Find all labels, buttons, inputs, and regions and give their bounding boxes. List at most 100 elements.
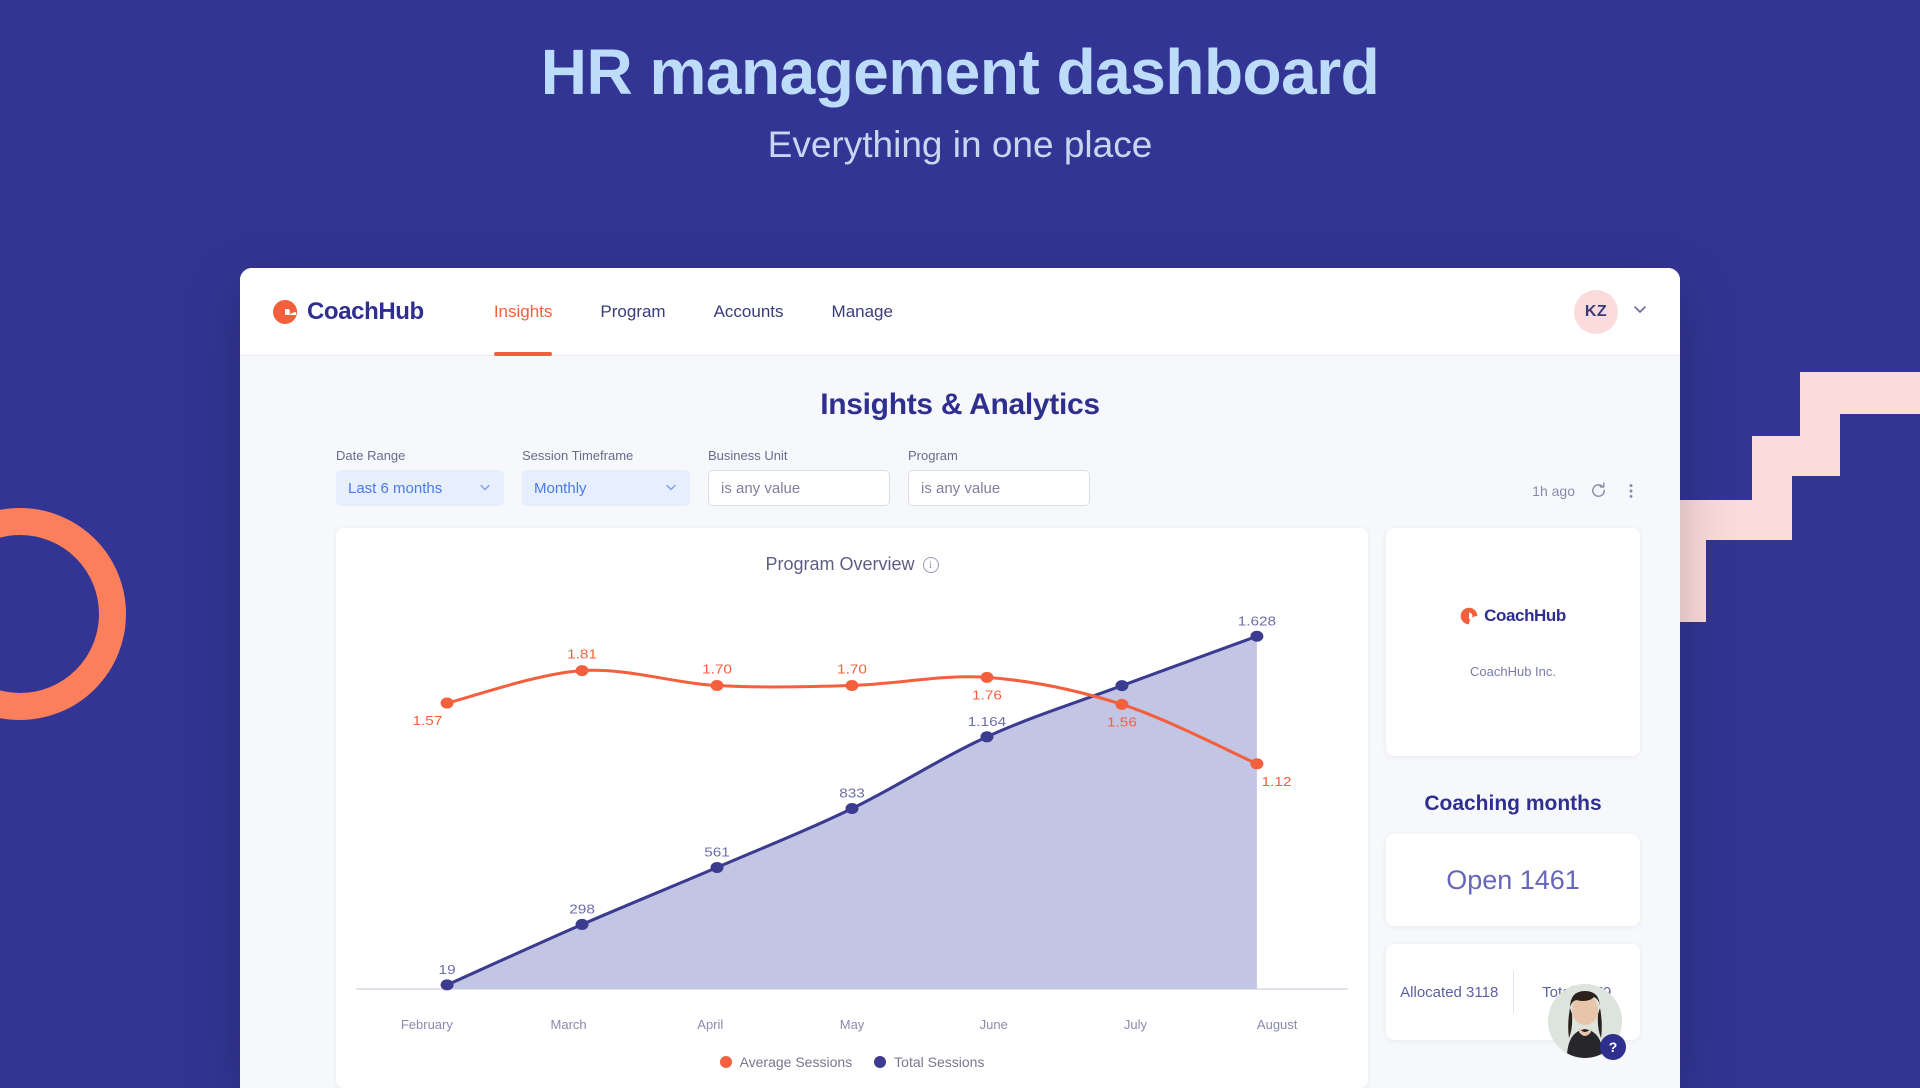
legend-item-average-sessions[interactable]: Average Sessions bbox=[719, 1054, 853, 1070]
x-tick-label: August bbox=[1256, 1017, 1298, 1032]
filter-label-business-unit: Business Unit bbox=[708, 448, 788, 463]
date-range-select[interactable]: Last 6 months bbox=[336, 470, 504, 506]
svg-text:561: 561 bbox=[704, 845, 730, 860]
chart-plot-area: 19 298 561 833 1.164 1.628 1.57 1.81 1.70 1.70 1.7… bbox=[356, 585, 1348, 1015]
chart-legend: Average Sessions Total Sessions bbox=[356, 1054, 1348, 1070]
filter-label-date-range: Date Range bbox=[336, 448, 406, 463]
svg-text:1.56: 1.56 bbox=[1107, 715, 1137, 730]
filter-bar: Date Range Last 6 months Session Timefra… bbox=[240, 422, 1680, 506]
coachhub-logo-icon bbox=[1460, 607, 1478, 625]
svg-text:298: 298 bbox=[569, 902, 595, 917]
date-range-value: Last 6 months bbox=[348, 479, 443, 497]
page-title: Insights & Analytics bbox=[820, 388, 1100, 421]
nav-links: Insights Program Accounts Manage bbox=[470, 268, 917, 356]
x-tick-label: July bbox=[1123, 1017, 1148, 1032]
data-point bbox=[1250, 630, 1264, 642]
brand-name: CoachHub bbox=[307, 297, 424, 325]
legend-label: Average Sessions bbox=[739, 1054, 853, 1070]
data-point bbox=[980, 731, 994, 743]
data-point bbox=[1250, 758, 1264, 770]
legend-marker-icon bbox=[719, 1056, 732, 1068]
svg-text:1.81: 1.81 bbox=[567, 648, 597, 663]
coaching-months-heading: Coaching months bbox=[1424, 792, 1602, 815]
x-tick-label: May bbox=[839, 1017, 865, 1032]
content-area: Program Overview i 19 298 561 833 1.164 1.628… bbox=[240, 506, 1680, 1088]
user-avatar[interactable]: KZ bbox=[1574, 289, 1618, 334]
chevron-down-icon[interactable] bbox=[1632, 301, 1648, 322]
last-refresh-label: 1h ago bbox=[1532, 482, 1575, 499]
svg-text:833: 833 bbox=[839, 787, 865, 802]
filter-program: Program is any value bbox=[908, 448, 1090, 506]
data-point bbox=[1115, 698, 1129, 710]
chart-x-axis: February March April May June July Augus… bbox=[356, 1017, 1348, 1032]
hero-subtitle: Everything in one place bbox=[767, 123, 1153, 165]
legend-marker-icon bbox=[874, 1056, 887, 1068]
navbar: CoachHub Insights Program Accounts Manag… bbox=[240, 268, 1680, 356]
svg-text:1.57: 1.57 bbox=[412, 714, 442, 729]
business-unit-input[interactable]: is any value bbox=[708, 470, 890, 506]
refresh-icon[interactable] bbox=[1589, 481, 1608, 500]
program-overview-card: Program Overview i 19 298 561 833 1.164 1.628… bbox=[336, 528, 1368, 1088]
data-point bbox=[575, 665, 589, 677]
legend-label: Total Sessions bbox=[894, 1054, 985, 1070]
nav-link-manage[interactable]: Manage bbox=[808, 268, 917, 355]
business-unit-value: is any value bbox=[721, 479, 801, 497]
line-chart: 19 298 561 833 1.164 1.628 1.57 1.81 1.70 1.70 1.7… bbox=[356, 614, 1348, 991]
help-widget[interactable]: ? bbox=[1548, 984, 1626, 1060]
chevron-down-icon bbox=[664, 480, 678, 497]
help-badge: ? bbox=[1600, 1034, 1626, 1060]
filter-date-range: Date Range Last 6 months bbox=[336, 448, 504, 506]
data-point bbox=[575, 918, 589, 930]
page-body: Insights & Analytics Date Range Last 6 m… bbox=[240, 356, 1680, 1088]
company-card: CoachHub CoachHub Inc. bbox=[1386, 528, 1640, 756]
x-tick-label: February bbox=[400, 1017, 453, 1032]
decorative-pink-stairs bbox=[1680, 372, 1920, 622]
svg-text:1.164: 1.164 bbox=[968, 715, 1007, 730]
filter-business-unit: Business Unit is any value bbox=[708, 448, 890, 506]
navbar-right: KZ bbox=[1574, 289, 1648, 334]
svg-text:1.12: 1.12 bbox=[1262, 775, 1292, 790]
app-window: CoachHub Insights Program Accounts Manag… bbox=[240, 268, 1680, 1088]
x-tick-label: June bbox=[979, 1017, 1008, 1032]
svg-text:1.70: 1.70 bbox=[837, 663, 867, 678]
filter-label-program: Program bbox=[908, 448, 958, 463]
x-tick-label: March bbox=[550, 1017, 587, 1032]
session-timeframe-select[interactable]: Monthly bbox=[522, 470, 690, 506]
nav-link-accounts[interactable]: Accounts bbox=[690, 268, 808, 355]
data-point bbox=[845, 803, 859, 815]
open-months-card: Open 1461 bbox=[1386, 834, 1640, 926]
svg-text:19: 19 bbox=[439, 963, 456, 978]
decorative-orange-ring bbox=[0, 508, 126, 720]
program-input[interactable]: is any value bbox=[908, 470, 1090, 506]
svg-text:1.70: 1.70 bbox=[702, 663, 732, 678]
nav-link-insights[interactable]: Insights bbox=[470, 268, 577, 356]
session-timeframe-value: Monthly bbox=[534, 479, 587, 497]
company-logo: CoachHub bbox=[1460, 606, 1566, 626]
hero-section: HR management dashboard Everything in on… bbox=[0, 0, 1920, 166]
coachhub-logo-icon bbox=[272, 299, 298, 325]
data-point bbox=[845, 680, 859, 691]
company-logo-name: CoachHub bbox=[1484, 605, 1566, 625]
x-tick-label: April bbox=[697, 1017, 724, 1032]
open-months-value: Open 1461 bbox=[1446, 864, 1580, 895]
nav-link-program[interactable]: Program bbox=[576, 268, 689, 355]
company-name: CoachHub Inc. bbox=[1470, 663, 1556, 679]
hero-title: HR management dashboard bbox=[540, 36, 1380, 108]
data-point bbox=[440, 697, 454, 709]
filter-label-session-timeframe: Session Timeframe bbox=[522, 448, 634, 463]
chart-title: Program Overview bbox=[765, 554, 915, 574]
more-vertical-icon[interactable] bbox=[1622, 482, 1640, 500]
chart-title-row: Program Overview i bbox=[356, 554, 1348, 575]
program-value: is any value bbox=[921, 479, 1001, 497]
chevron-down-icon bbox=[478, 480, 492, 497]
data-point bbox=[980, 671, 994, 683]
data-point bbox=[710, 861, 724, 873]
brand-logo[interactable]: CoachHub bbox=[272, 298, 424, 326]
allocated-months-value: Allocated 3118 bbox=[1400, 983, 1499, 1001]
info-icon[interactable]: i bbox=[922, 556, 939, 573]
svg-text:1.76: 1.76 bbox=[972, 688, 1002, 703]
svg-text:1.628: 1.628 bbox=[1238, 614, 1277, 629]
legend-item-total-sessions[interactable]: Total Sessions bbox=[874, 1054, 984, 1070]
toolbar-actions: 1h ago bbox=[1532, 481, 1640, 506]
filter-session-timeframe: Session Timeframe Monthly bbox=[522, 448, 690, 506]
